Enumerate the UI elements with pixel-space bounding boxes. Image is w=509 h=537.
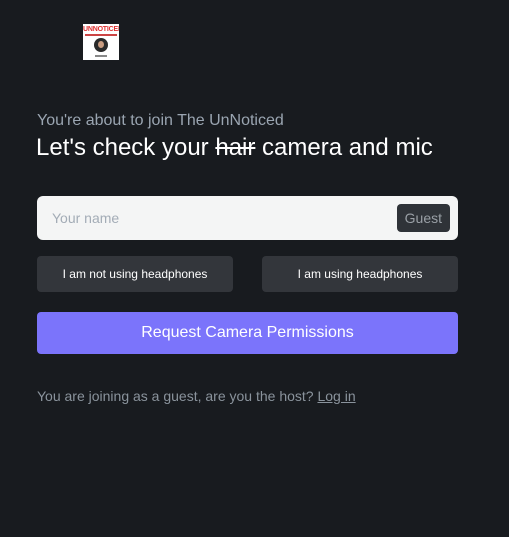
logo-stripe bbox=[85, 34, 117, 36]
name-field: Guest bbox=[37, 196, 458, 240]
host-portrait-icon bbox=[94, 38, 108, 52]
guest-host-note: You are joining as a guest, are you the … bbox=[37, 386, 356, 406]
headline-strikethrough: hair bbox=[215, 134, 256, 161]
guest-note-text: You are joining as a guest, are you the … bbox=[37, 388, 318, 404]
not-using-headphones-button[interactable]: I am not using headphones bbox=[37, 256, 233, 292]
prejoin-page: UNNOTICED You're about to join The UnNot… bbox=[0, 0, 509, 537]
guest-badge: Guest bbox=[396, 204, 450, 232]
name-input[interactable] bbox=[37, 196, 387, 240]
join-subtitle: You're about to join The UnNoticed bbox=[37, 112, 284, 129]
headline-start: Let's check your bbox=[36, 134, 216, 161]
request-camera-permissions-button[interactable]: Request Camera Permissions bbox=[37, 312, 458, 354]
logo-caption bbox=[95, 55, 107, 57]
headline-end: camera and mic bbox=[255, 134, 433, 161]
show-logo: UNNOTICED bbox=[83, 24, 119, 60]
using-headphones-button[interactable]: I am using headphones bbox=[262, 256, 458, 292]
page-title: Let's check your hair camera and mic bbox=[36, 132, 433, 164]
logo-wordmark: UNNOTICED bbox=[83, 26, 119, 33]
login-link[interactable]: Log in bbox=[317, 388, 355, 404]
